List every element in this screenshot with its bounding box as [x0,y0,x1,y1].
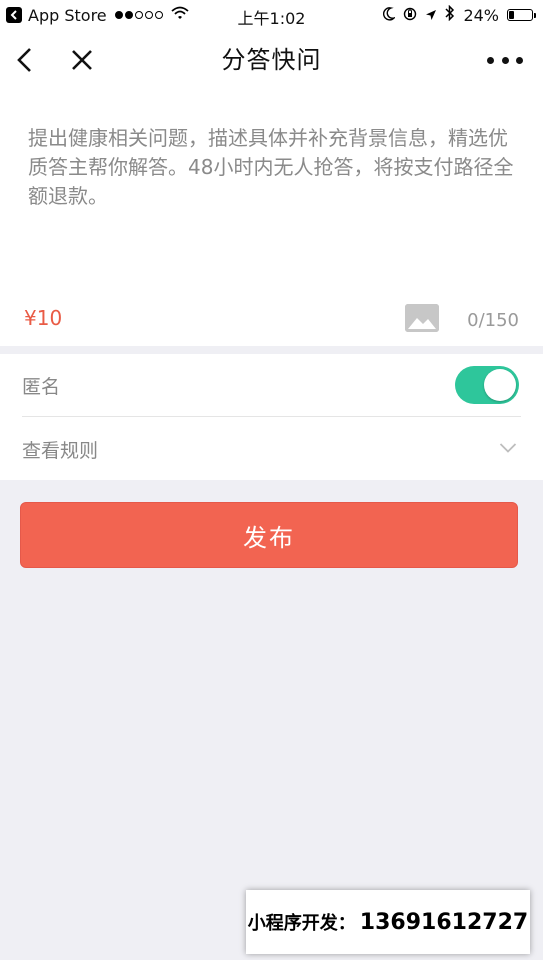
question-section: ¥10 0/150 [0,92,543,346]
watermark-number: 13691612727 [359,909,529,935]
char-count: 0/150 [467,310,519,331]
watermark-label: 小程序开发： [247,913,356,934]
battery-percent: 24% [463,5,499,25]
price-label[interactable]: ¥10 [24,306,62,330]
nav-bar: 分答快问 [0,30,543,92]
moon-icon [383,6,397,25]
view-rules-label: 查看规则 [22,440,99,462]
question-input[interactable] [28,124,514,284]
page-title: 分答快问 [221,46,322,74]
status-right: 24% [383,4,536,26]
rotation-lock-icon [403,6,417,25]
more-dot [516,56,523,64]
chevron-down-icon [499,443,517,453]
toggle-knob [484,369,516,401]
status-bar: App Store 上午1:02 24% [0,0,543,30]
publish-button[interactable]: 发布 [20,502,518,568]
battery-icon [507,9,536,21]
settings-list: 匿名 查看规则 [0,354,543,480]
image-icon [405,304,439,332]
image-upload-button[interactable] [405,304,439,332]
view-rules-row[interactable]: 查看规则 [0,418,543,480]
anonymous-row: 匿名 [0,354,543,417]
more-options-button[interactable] [487,44,523,76]
location-icon [425,6,437,25]
more-dot [487,56,494,64]
more-dot [501,56,509,64]
bluetooth-icon [445,4,455,25]
anonymous-toggle[interactable] [455,366,519,404]
anonymous-label: 匿名 [22,376,61,398]
divider [22,416,521,417]
watermark-badge: 小程序开发： 13691612727 [246,890,530,954]
